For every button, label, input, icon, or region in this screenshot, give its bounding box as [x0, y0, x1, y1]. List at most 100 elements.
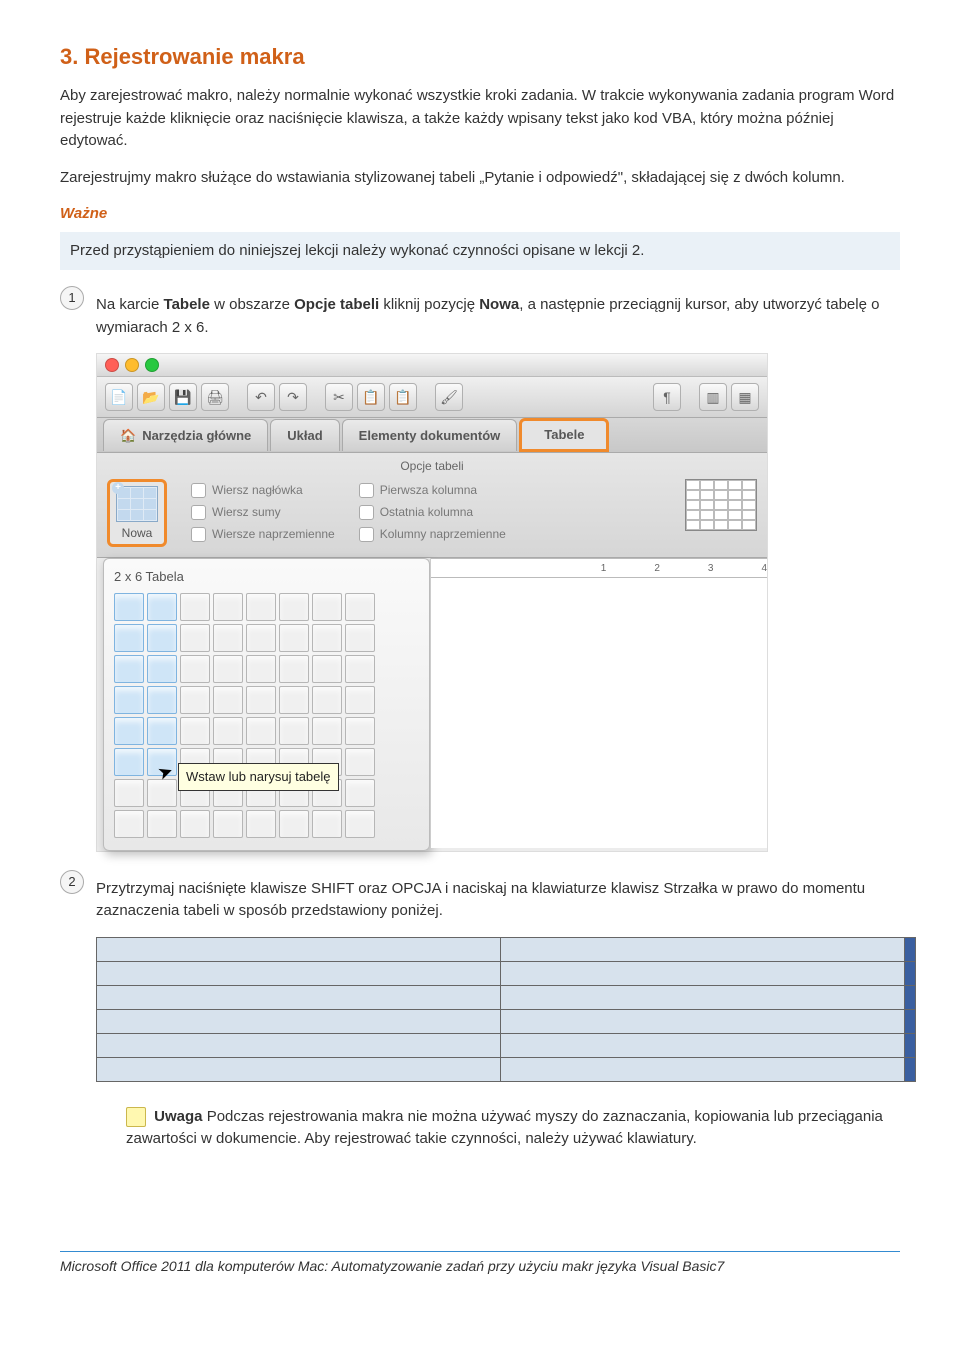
grid-cell[interactable]: [114, 624, 144, 652]
ruler: 1 2 3 4: [431, 558, 767, 578]
grid-cell[interactable]: [312, 717, 342, 745]
selected-table-figure: [96, 937, 916, 1082]
print-icon[interactable]: 🖨: [201, 383, 229, 411]
grid-cell[interactable]: [213, 593, 243, 621]
tab-layout[interactable]: Układ: [270, 419, 339, 452]
grid-cell[interactable]: [180, 810, 210, 838]
grid-cell[interactable]: [246, 810, 276, 838]
important-note: Przed przystąpieniem do niniejszej lekcj…: [60, 232, 900, 271]
grid-cell[interactable]: [279, 810, 309, 838]
grid-cell[interactable]: [345, 593, 375, 621]
grid-cell[interactable]: [213, 717, 243, 745]
grid-cell[interactable]: [147, 686, 177, 714]
grid-cell[interactable]: [180, 717, 210, 745]
grid-cell[interactable]: [312, 810, 342, 838]
grid-cell[interactable]: [114, 593, 144, 621]
grid-cell[interactable]: [147, 593, 177, 621]
grid-cell[interactable]: [114, 748, 144, 776]
grid-cell[interactable]: [246, 593, 276, 621]
checkbox-column-1: Wiersz nagłówka Wiersz sumy Wiersze napr…: [191, 479, 335, 543]
format-painter-icon[interactable]: 🖌: [435, 383, 463, 411]
save-icon[interactable]: 💾: [169, 383, 197, 411]
grid-cell[interactable]: [246, 624, 276, 652]
copy-icon[interactable]: 📋: [357, 383, 385, 411]
grid-cell[interactable]: [180, 655, 210, 683]
grid-cell[interactable]: [312, 624, 342, 652]
sidebar-icon[interactable]: ▥: [699, 383, 727, 411]
grid-cell[interactable]: [147, 624, 177, 652]
grid-cell[interactable]: [279, 655, 309, 683]
grid-cell[interactable]: [279, 717, 309, 745]
grid-cell[interactable]: [180, 686, 210, 714]
checkbox-banded-cols[interactable]: [359, 527, 374, 542]
tab-home[interactable]: 🏠Narzędzia główne: [103, 419, 268, 452]
grid-cell[interactable]: [147, 717, 177, 745]
page-footer: Microsoft Office 2011 dla komputerów Mac…: [60, 1251, 900, 1277]
grid-cell[interactable]: [312, 593, 342, 621]
undo-icon[interactable]: ↶: [247, 383, 275, 411]
grid-cell[interactable]: [345, 655, 375, 683]
grid-cell[interactable]: [147, 810, 177, 838]
grid-cell[interactable]: [114, 717, 144, 745]
grid-cell[interactable]: [279, 593, 309, 621]
grid-cell[interactable]: [147, 655, 177, 683]
step-1-text: Na karcie Tabele w obszarze Opcje tabeli…: [96, 294, 900, 339]
intro-paragraph-1: Aby zarejestrować makro, należy normalni…: [60, 85, 900, 153]
grid-cell[interactable]: [246, 686, 276, 714]
checkbox-header-row[interactable]: [191, 483, 206, 498]
grid-cell[interactable]: [180, 624, 210, 652]
ribbon-body: Opcje tabeli + Nowa Wiersz nagłówka Wier…: [97, 453, 767, 558]
minimize-icon[interactable]: [125, 358, 139, 372]
grid-cell[interactable]: [345, 717, 375, 745]
table-style-preview[interactable]: [685, 479, 757, 531]
step-number-1: 1: [60, 286, 84, 310]
grid-cell[interactable]: [345, 748, 375, 776]
redo-icon[interactable]: ↷: [279, 383, 307, 411]
group-label-opcje-tabeli: Opcje tabeli: [97, 455, 767, 477]
grid-cell[interactable]: [213, 686, 243, 714]
section-heading: 3. Rejestrowanie makra: [60, 40, 900, 73]
grid-cell[interactable]: [246, 655, 276, 683]
checkbox-last-col[interactable]: [359, 505, 374, 520]
paste-icon[interactable]: 📋: [389, 383, 417, 411]
grid-cell[interactable]: [279, 624, 309, 652]
close-icon[interactable]: [105, 358, 119, 372]
grid-cell[interactable]: [213, 624, 243, 652]
new-table-button[interactable]: + Nowa: [107, 479, 167, 547]
cut-icon[interactable]: ✂: [325, 383, 353, 411]
grid-cell[interactable]: [114, 686, 144, 714]
ribbon-tabs: 🏠Narzędzia główne Układ Elementy dokumen…: [97, 418, 767, 453]
grid-cell[interactable]: [312, 655, 342, 683]
grid-cell[interactable]: [213, 810, 243, 838]
new-doc-icon[interactable]: 📄: [105, 383, 133, 411]
pilcrow-icon[interactable]: ¶: [653, 383, 681, 411]
note-icon: [126, 1107, 146, 1127]
grid-cell[interactable]: [114, 655, 144, 683]
checkbox-first-col[interactable]: [359, 483, 374, 498]
tab-tables[interactable]: Tabele: [519, 418, 609, 452]
tooltip: Wstaw lub narysuj tabelę: [178, 763, 339, 791]
grid-cell[interactable]: [213, 655, 243, 683]
table-size-grid[interactable]: [114, 593, 419, 838]
step-2-text: Przytrzymaj naciśnięte klawisze SHIFT or…: [96, 878, 916, 923]
checkbox-banded-rows[interactable]: [191, 527, 206, 542]
checkbox-total-row[interactable]: [191, 505, 206, 520]
gallery-icon[interactable]: ▦: [731, 383, 759, 411]
grid-cell[interactable]: [246, 717, 276, 745]
word-screenshot: 📄 📂 💾 🖨 ↶ ↷ ✂ 📋 📋 🖌 ¶ ▥ ▦ 🏠Na: [96, 353, 768, 852]
grid-cell[interactable]: [345, 624, 375, 652]
open-icon[interactable]: 📂: [137, 383, 165, 411]
grid-cell[interactable]: [312, 686, 342, 714]
nowa-caption: Nowa: [116, 524, 158, 542]
zoom-icon[interactable]: [145, 358, 159, 372]
grid-cell[interactable]: [114, 810, 144, 838]
grid-cell[interactable]: [345, 810, 375, 838]
grid-cell[interactable]: [279, 686, 309, 714]
grid-cell[interactable]: [345, 686, 375, 714]
grid-cell[interactable]: [345, 779, 375, 807]
grid-cell[interactable]: [180, 593, 210, 621]
step-number-2: 2: [60, 870, 84, 894]
checkbox-column-2: Pierwsza kolumna Ostatnia kolumna Kolumn…: [359, 479, 506, 543]
grid-cell[interactable]: [114, 779, 144, 807]
tab-elements[interactable]: Elementy dokumentów: [342, 419, 518, 452]
